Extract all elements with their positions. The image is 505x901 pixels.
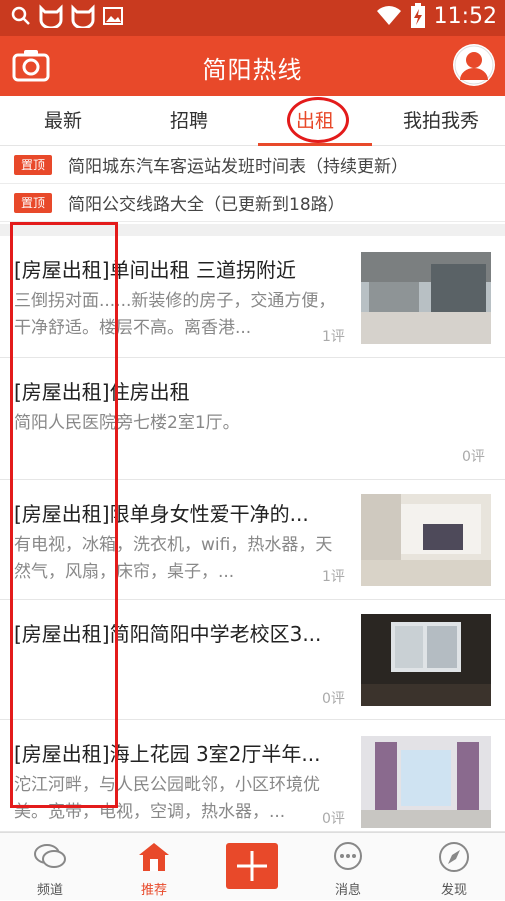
nav-recommend[interactable]: 推荐	[104, 833, 204, 901]
chat-bubbles-icon	[34, 844, 66, 868]
plus-icon	[237, 851, 267, 881]
plus-button[interactable]	[226, 843, 278, 889]
tab-label: 招聘	[169, 110, 208, 132]
pinned-text: 简阳城东汽车客运站发班时间表（持续更新）	[68, 157, 408, 177]
wifi-icon	[376, 6, 401, 25]
post-thumbnail	[361, 494, 491, 586]
image-notification-icon	[103, 7, 123, 25]
nav-channels[interactable]: 频道	[0, 833, 100, 901]
clock: 11:52	[433, 3, 497, 29]
pinned-item[interactable]: 置顶 简阳公交线路大全（已更新到18路）	[0, 184, 505, 222]
comment-count: 1评	[322, 569, 345, 585]
post-thumbnail	[361, 614, 491, 706]
message-icon	[334, 842, 362, 870]
tab-label: 最新	[43, 110, 82, 132]
search-icon	[11, 6, 30, 25]
comment-count: 0评	[322, 811, 345, 827]
comment-count: 0评	[322, 691, 345, 707]
nav-discover[interactable]: 发现	[404, 833, 504, 901]
nav-messages[interactable]: 消息	[298, 833, 398, 901]
annotation-box	[10, 222, 118, 808]
comment-count: 1评	[322, 329, 345, 345]
nav-label: 发现	[440, 883, 467, 898]
post-thumbnail	[361, 736, 491, 828]
app-bar: 简阳热线	[0, 36, 505, 96]
post-thumbnail	[361, 252, 491, 344]
cat-notification-icon-2	[71, 4, 95, 28]
tab-latest[interactable]: 最新	[0, 96, 126, 146]
avatar-button[interactable]	[453, 44, 495, 86]
annotation-circle	[287, 97, 349, 143]
user-icon	[454, 45, 494, 85]
page-title: 简阳热线	[202, 56, 303, 84]
nav-label: 频道	[36, 883, 63, 898]
tab-photo-show[interactable]: 我拍我秀	[378, 96, 504, 146]
pinned-tag: 置顶	[14, 193, 52, 213]
tab-jobs[interactable]: 招聘	[126, 96, 252, 146]
category-tabs: 最新 招聘 出租 我拍我秀	[0, 96, 505, 146]
pinned-text: 简阳公交线路大全（已更新到18路）	[68, 195, 345, 215]
nav-label: 消息	[334, 883, 361, 898]
tab-label: 我拍我秀	[402, 110, 479, 132]
status-bar: 11:52	[0, 0, 505, 36]
cat-notification-icon	[39, 4, 63, 28]
nav-label: 推荐	[140, 883, 167, 898]
pinned-tag: 置顶	[14, 155, 52, 175]
bottom-nav: 频道 推荐 消息 发现	[0, 832, 505, 900]
pinned-item[interactable]: 置顶 简阳城东汽车客运站发班时间表（持续更新）	[0, 146, 505, 184]
comment-count: 0评	[462, 449, 485, 465]
battery-icon	[410, 3, 425, 28]
home-icon	[139, 843, 169, 871]
compass-icon	[439, 842, 469, 872]
